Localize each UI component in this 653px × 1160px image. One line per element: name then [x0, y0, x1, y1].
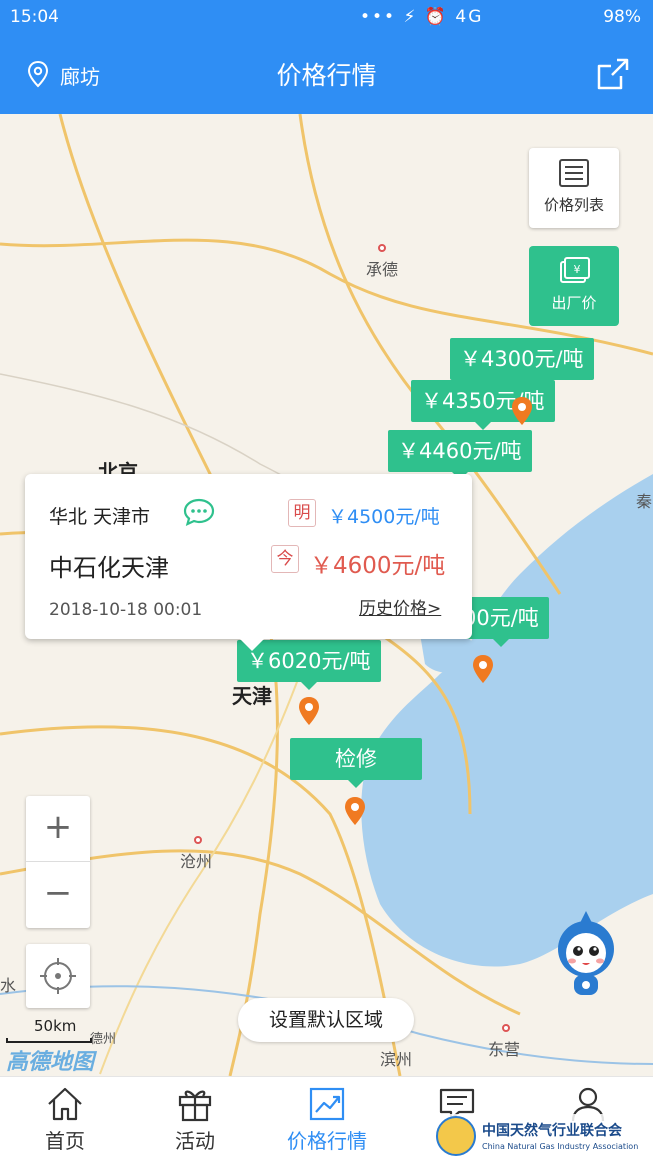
trend-chart-icon [309, 1087, 345, 1121]
price-tag[interactable]: ￥4350元/吨 [411, 380, 555, 430]
map-dot-chengde [378, 244, 386, 252]
popup-date: 2018-10-18 00:01 [49, 600, 203, 620]
nav-price-market[interactable]: 价格行情 [262, 1077, 392, 1160]
status-bar: 15:04 ••• ⚡ ⏰ 4G 98% [0, 0, 653, 34]
nav-home[interactable]: 首页 [0, 1077, 130, 1160]
nav-home-label: 首页 [45, 1129, 85, 1153]
price-tag[interactable]: ￥4460元/吨 [388, 430, 532, 480]
map-scale-label: 50km [34, 1017, 77, 1035]
price-tag[interactable]: ￥4300元/吨 [450, 338, 594, 388]
location-pin-icon[interactable] [344, 796, 366, 826]
page-title: 价格行情 [276, 61, 377, 90]
chat-icon[interactable] [183, 498, 215, 526]
factory-price-label: 出厂价 [551, 294, 597, 312]
status-icons: ••• ⚡ ⏰ 4G [360, 7, 484, 27]
map-label-chengde: 承德 [366, 260, 399, 279]
map-label-dongying: 东营 [488, 1040, 521, 1059]
today-price: ￥4600元/吨 [310, 553, 446, 579]
list-icon [559, 159, 589, 187]
maintenance-tag[interactable]: 检修 [290, 738, 422, 788]
gift-icon [178, 1090, 212, 1122]
map-dot-dongying [502, 1024, 510, 1032]
factory-price-icon: ¥ [560, 257, 590, 283]
location-pin-icon[interactable] [472, 654, 494, 684]
price-list-label: 价格列表 [543, 196, 604, 214]
today-tag: 今 [271, 545, 299, 573]
battery-level: 98% [603, 7, 641, 27]
nav-price-market-label: 价格行情 [287, 1129, 367, 1153]
map-dot-cangzhou [194, 836, 202, 844]
watermark-cn: 中国天然气行业联合会 [482, 1123, 622, 1139]
locate-button[interactable] [26, 944, 90, 1008]
svg-text:¥: ¥ [574, 263, 581, 276]
map-label-tianjin: 天津 [232, 684, 272, 708]
location-pin-icon[interactable] [511, 396, 533, 426]
crosshair-icon [40, 958, 76, 994]
price-list-button[interactable]: 价格列表 [529, 148, 619, 228]
home-icon [48, 1087, 82, 1121]
zoom-controls: + − [26, 796, 90, 928]
association-logo [436, 1116, 476, 1156]
map-view[interactable]: 承德 北京 天津 沧州 滨州 东营 秦 水 德州 价格列表 ¥ 出厂价 ￥430… [0, 114, 653, 1076]
price-history-link[interactable]: 历史价格> [359, 594, 441, 619]
map-label-shui: 水 [0, 976, 17, 995]
popup-region: 华北 天津市 [49, 506, 151, 528]
map-label-qin: 秦 [636, 492, 653, 511]
mascot-icon[interactable] [552, 909, 620, 999]
association-watermark: 中国天然气行业联合会 China Natural Gas Industry As… [434, 1114, 649, 1158]
set-default-area-button[interactable]: 设置默认区域 [238, 998, 414, 1042]
status-time: 15:04 [10, 7, 59, 27]
watermark-en: China Natural Gas Industry Association [482, 1142, 639, 1151]
map-scale-bar [6, 1038, 92, 1043]
factory-price-button[interactable]: ¥ 出厂价 [529, 246, 619, 326]
share-icon[interactable] [595, 56, 631, 92]
price-info-popup[interactable]: 华北 天津市 明 ￥4500元/吨 中石化天津 今 ￥4600元/吨 2018-… [25, 474, 472, 651]
tomorrow-tag: 明 [288, 499, 316, 527]
zoom-in-button[interactable]: + [26, 796, 90, 862]
tomorrow-price: ￥4500元/吨 [328, 506, 440, 528]
nav-activity[interactable]: 活动 [130, 1077, 260, 1160]
nav-activity-label: 活动 [175, 1129, 215, 1153]
zoom-out-button[interactable]: − [26, 862, 90, 928]
map-provider-logo: 高德地图 [6, 1050, 95, 1075]
location-pin-icon[interactable] [298, 696, 320, 726]
map-label-binzhou: 滨州 [380, 1050, 413, 1069]
app-header: 廊坊 价格行情 [0, 34, 653, 114]
popup-company: 中石化天津 [49, 554, 169, 582]
map-label-cangzhou: 沧州 [180, 852, 213, 871]
